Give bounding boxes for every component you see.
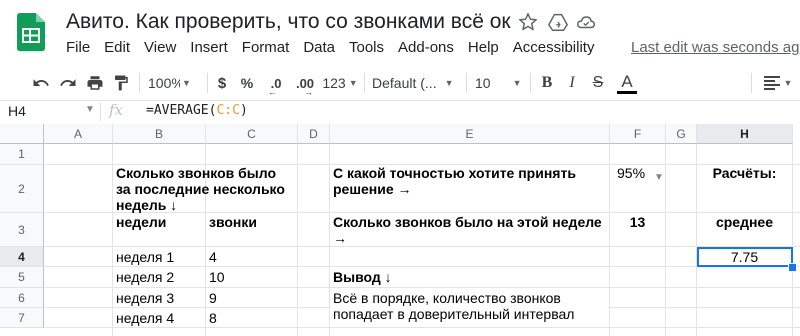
cell-c3[interactable]: звонки	[206, 214, 297, 230]
cell-c6[interactable]: 9	[206, 290, 297, 306]
grid-line	[44, 287, 800, 288]
column-header-a[interactable]: A	[44, 124, 113, 144]
cloud-saved-icon[interactable]	[575, 11, 597, 33]
strikethrough-button[interactable]: S	[588, 67, 608, 99]
chevron-down-icon: ▼	[182, 78, 191, 88]
select-all-corner[interactable]	[0, 124, 44, 144]
cell-f2[interactable]: 95%	[614, 165, 654, 181]
font-size-value: 10	[475, 75, 491, 91]
more-formats-label: 123	[322, 75, 346, 91]
menu-bar: File Edit View Insert Format Data Tools …	[66, 39, 608, 56]
currency-format-button[interactable]: $	[212, 67, 232, 99]
grid-line	[44, 327, 800, 328]
font-family-select[interactable]: Default (... ▼	[372, 67, 464, 99]
document-title[interactable]: Авито. Как проверить, что со звонками вс…	[66, 10, 511, 34]
sheets-logo-icon[interactable]	[17, 13, 45, 51]
horizontal-align-select[interactable]: ▼	[760, 67, 796, 99]
grid-line	[44, 266, 800, 267]
arrow-left-icon: ←	[268, 87, 277, 97]
menu-help[interactable]: Help	[468, 39, 499, 56]
last-edit-link[interactable]: Last edit was seconds ago	[631, 39, 800, 56]
cell-c4[interactable]: 4	[206, 249, 297, 265]
chevron-down-icon: ▼	[348, 78, 358, 88]
row-header-7[interactable]: 7	[0, 308, 44, 328]
italic-button[interactable]: I	[562, 67, 582, 99]
column-header-g[interactable]: G	[666, 124, 697, 144]
menu-file[interactable]: File	[66, 39, 90, 56]
cell-b5[interactable]: неделя 2	[113, 269, 205, 285]
column-header-h[interactable]: H	[697, 124, 793, 144]
cell-b4[interactable]: неделя 1	[113, 249, 205, 265]
cell-f3[interactable]: 13	[610, 214, 665, 230]
cell-b7[interactable]: неделя 4	[113, 310, 205, 326]
formula-range-ref: C:C	[216, 103, 240, 118]
chevron-down-icon[interactable]: ▼	[85, 104, 95, 115]
zoom-value: 100%	[148, 75, 180, 91]
cell-b2[interactable]: Сколько звонков было за последние нескол…	[113, 165, 297, 213]
text-color-bar	[617, 90, 637, 94]
chevron-down-icon: ▼	[512, 78, 522, 88]
cell-b6[interactable]: неделя 3	[113, 290, 205, 306]
cell-e3[interactable]: Сколько звонков было на этой неделе →	[330, 214, 609, 246]
column-header-c[interactable]: C	[206, 124, 298, 144]
zoom-select[interactable]: 100% ▼	[148, 67, 204, 99]
formula-bar-divider	[100, 103, 101, 121]
arrow-right-icon: →	[304, 87, 313, 97]
fill-handle[interactable]	[788, 263, 797, 272]
row-header-6[interactable]: 6	[0, 288, 44, 308]
redo-icon[interactable]	[57, 67, 79, 99]
name-box[interactable]: H4	[8, 103, 26, 119]
row-header-1[interactable]: 1	[0, 144, 44, 165]
column-header-d[interactable]: D	[298, 124, 330, 144]
cell-h3[interactable]: среднее	[697, 214, 792, 230]
menu-accessibility[interactable]: Accessibility	[513, 39, 595, 56]
percent-format-button[interactable]: %	[237, 67, 257, 99]
chevron-down-icon: ▼	[783, 78, 793, 88]
formula-suffix: )	[239, 103, 248, 118]
star-icon[interactable]	[517, 11, 539, 33]
bold-button[interactable]: B	[537, 67, 557, 99]
menu-view[interactable]: View	[144, 39, 176, 56]
active-cell-selection	[697, 247, 793, 267]
row-header-4[interactable]: 4	[0, 247, 44, 267]
cell-e2[interactable]: С какой точностью хотите принять решение…	[330, 165, 609, 197]
row-header-3[interactable]: 3	[0, 213, 44, 247]
move-to-drive-icon[interactable]	[547, 11, 569, 33]
row-header-5[interactable]: 5	[0, 267, 44, 288]
menu-addons[interactable]: Add-ons	[398, 39, 454, 56]
menu-insert[interactable]: Insert	[190, 39, 228, 56]
align-left-icon	[763, 76, 780, 90]
cell-c7[interactable]: 8	[206, 310, 297, 326]
text-color-button[interactable]: A	[616, 67, 638, 99]
decrease-decimal-button[interactable]: .0 ←	[263, 67, 289, 99]
formula-prefix: =AVERAGE(	[146, 103, 217, 118]
font-size-select[interactable]: 10 ▼	[475, 67, 527, 99]
text-color-letter: A	[621, 71, 633, 91]
more-formats-select[interactable]: 123 ▼	[318, 67, 362, 99]
column-header-e[interactable]: E	[330, 124, 610, 144]
menu-tools[interactable]: Tools	[349, 39, 384, 56]
undo-icon[interactable]	[30, 67, 52, 99]
cell-e5[interactable]: Вывод ↓	[330, 269, 609, 285]
chevron-down-icon: ▼	[444, 78, 454, 88]
chevron-down-icon[interactable]: ▼	[654, 172, 664, 183]
row-header-2[interactable]: 2	[0, 165, 44, 213]
print-icon[interactable]	[84, 67, 106, 99]
column-header-f[interactable]: F	[610, 124, 666, 144]
grid-line	[44, 246, 800, 247]
menu-format[interactable]: Format	[242, 39, 290, 56]
formula-input[interactable]: =AVERAGE(C:C)	[146, 103, 248, 118]
cell-h2[interactable]: Расчёты:	[697, 165, 792, 181]
font-family-value: Default (...	[372, 75, 437, 91]
paint-format-icon[interactable]	[110, 67, 132, 99]
cell-c5[interactable]: 10	[206, 269, 297, 285]
menu-data[interactable]: Data	[303, 39, 335, 56]
fx-icon: fx	[109, 101, 124, 119]
column-header-b[interactable]: B	[113, 124, 206, 144]
cell-e6[interactable]: Всё в порядке, количество звонков попада…	[330, 290, 609, 322]
menu-edit[interactable]: Edit	[104, 39, 130, 56]
increase-decimal-button[interactable]: .00 →	[290, 67, 320, 99]
cell-b3[interactable]: недели	[113, 214, 205, 230]
